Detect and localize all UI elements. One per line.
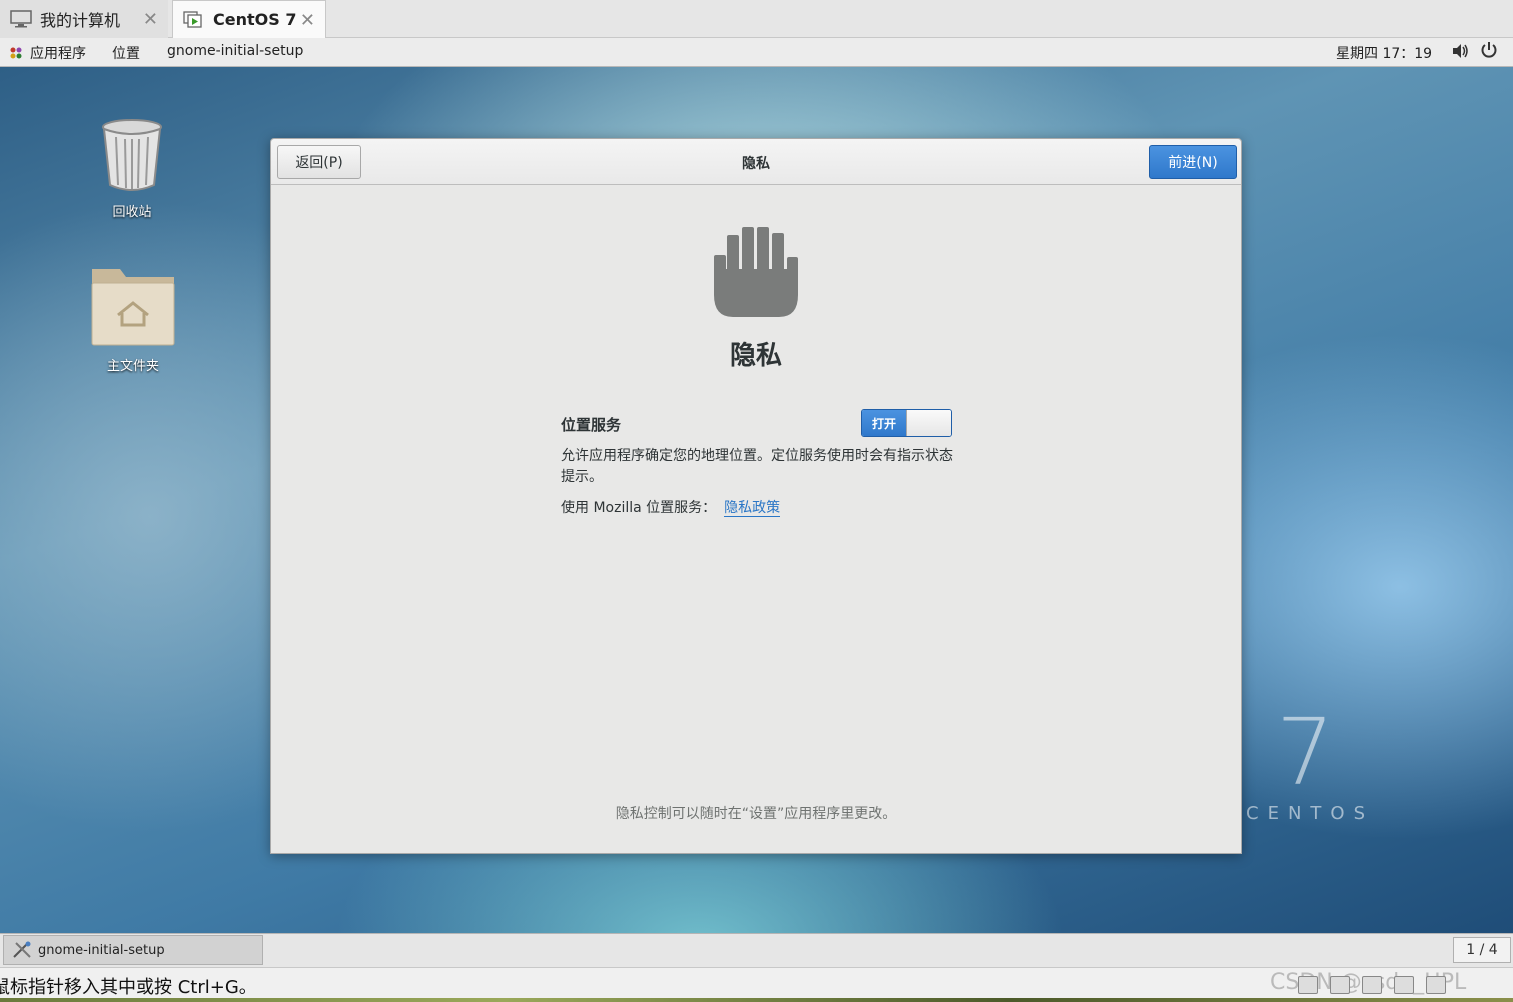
device-icons: [1298, 976, 1446, 994]
gnome-bottom-panel: gnome-initial-setup 1 / 4: [0, 933, 1513, 967]
status-message: 鼠标指针移入其中或按 Ctrl+G。: [0, 977, 257, 998]
close-icon[interactable]: ✕: [143, 9, 158, 30]
applications-menu[interactable]: 应用程序: [8, 43, 86, 63]
display-icon[interactable]: [1426, 976, 1446, 994]
gnome-foot-icon: [8, 45, 24, 61]
trash-label: 回收站: [112, 205, 152, 220]
volume-icon[interactable]: [1451, 42, 1469, 64]
host-taskbar-edge: [0, 998, 1513, 1002]
tab-label: CentOS 7: [213, 10, 297, 29]
taskbar-item-label: gnome-initial-setup: [38, 942, 165, 958]
footer-note: 隐私控制可以随时在“设置”应用程序里更改。: [615, 806, 897, 822]
power-icon[interactable]: [1480, 41, 1498, 63]
location-services-label: 位置服务: [561, 416, 622, 434]
usb-icon[interactable]: [1362, 976, 1382, 994]
next-button[interactable]: 前进(N): [1149, 145, 1237, 179]
gnome-top-panel: 应用程序 位置 gnome-initial-setup 星期四 17：19: [0, 38, 1513, 67]
page-title: 隐私: [729, 341, 782, 371]
vm-status-bar: 鼠标指针移入其中或按 Ctrl+G。 CSDN @csdn_HPL: [0, 967, 1513, 1002]
trash-icon: [102, 119, 162, 191]
active-app-menu[interactable]: gnome-initial-setup: [167, 43, 303, 59]
disc-icon[interactable]: [1330, 976, 1350, 994]
vm-play-icon: [183, 10, 205, 29]
tab-label: 我的计算机: [40, 11, 121, 30]
switch-knob: [906, 410, 951, 436]
switch-on-label: 打开: [862, 410, 906, 436]
dialog-header: 返回(P) 隐私 前进(N): [271, 139, 1241, 185]
tab-my-computer[interactable]: 我的计算机 ✕: [0, 0, 168, 38]
close-icon[interactable]: ✕: [300, 10, 315, 31]
home-folder-label: 主文件夹: [106, 359, 159, 374]
tab-centos7[interactable]: CentOS 7 ✕: [172, 0, 326, 38]
privacy-policy-link[interactable]: 隐私政策: [724, 500, 781, 517]
applications-label: 应用程序: [30, 46, 86, 62]
home-folder-icon: [91, 269, 175, 346]
mozilla-line: 使用 Mozilla 位置服务： 隐私政策: [561, 497, 781, 517]
workspace-switcher[interactable]: 1 / 4: [1453, 937, 1511, 963]
vm-tab-bar: 我的计算机 ✕ CentOS 7 ✕: [0, 0, 1513, 38]
desktop-trash[interactable]: 回收站: [92, 117, 172, 220]
network-icon[interactable]: [1298, 976, 1318, 994]
privacy-hand-icon: [711, 225, 801, 325]
places-menu[interactable]: 位置: [112, 43, 140, 63]
mozilla-text: 使用 Mozilla 位置服务：: [561, 500, 717, 516]
privacy-dialog: 返回(P) 隐私 前进(N) 隐私 位置服务 打开 允许应用程序确定您的地理位置…: [270, 138, 1242, 854]
monitor-icon: [10, 10, 32, 28]
sound-device-icon[interactable]: [1394, 976, 1414, 994]
location-services-switch[interactable]: 打开: [861, 409, 952, 437]
brand-number: 7: [1276, 699, 1335, 806]
desktop-home-folder[interactable]: 主文件夹: [88, 263, 178, 374]
dialog-title: 隐私: [742, 156, 770, 172]
brand-word: CENTOS: [1246, 803, 1374, 824]
taskbar-item[interactable]: gnome-initial-setup: [3, 935, 263, 965]
clock[interactable]: 星期四 17：19: [1336, 43, 1432, 63]
setup-tools-icon: [12, 941, 32, 959]
location-description: 允许应用程序确定您的地理位置。定位服务使用时会有指示状态提示。: [561, 448, 953, 485]
